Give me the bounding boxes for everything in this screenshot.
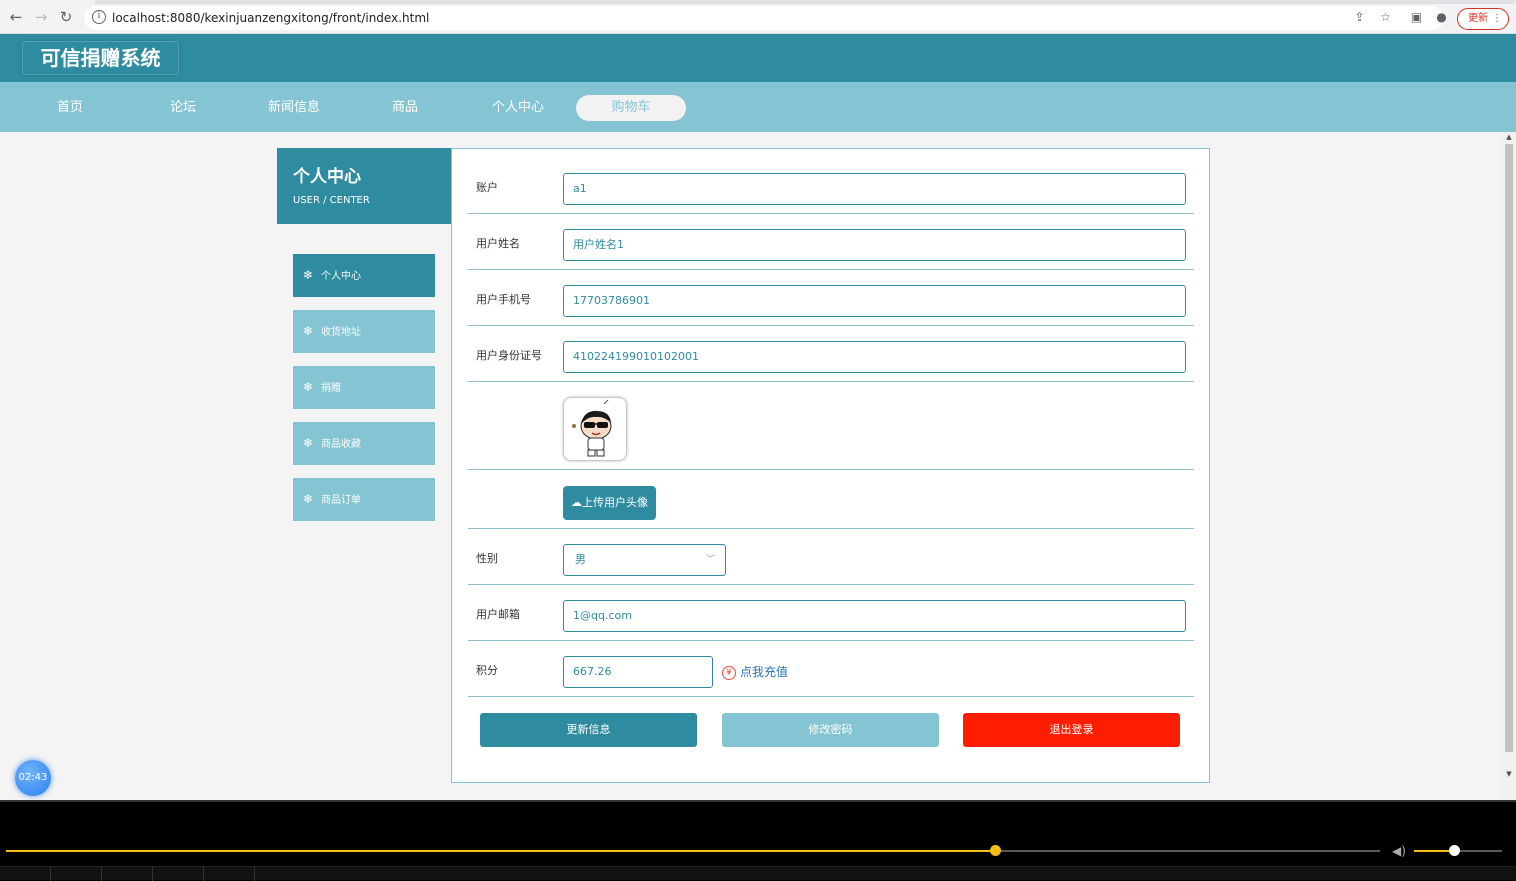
gender-select[interactable]: 男 ﹀ <box>563 544 726 576</box>
id-number-label: 用户身份证号 <box>476 349 542 362</box>
snowflake-icon: ❄ <box>303 380 314 394</box>
snowflake-icon: ❄ <box>303 268 314 282</box>
sidebar-item-label: 个人中心 <box>321 271 361 282</box>
divider <box>468 640 1194 641</box>
cartoon-avatar-icon <box>572 399 612 457</box>
menu-dots-icon[interactable]: ⋮ <box>1492 9 1502 29</box>
divider <box>468 469 1194 470</box>
back-icon[interactable]: ← <box>8 9 24 25</box>
sidebar-item-label: 商品订单 <box>321 495 361 506</box>
tab-strip <box>95 0 1515 4</box>
address-bar[interactable]: i localhost:8080/kexinjuanzengxitong/fro… <box>84 6 1444 30</box>
divider <box>203 867 204 881</box>
change-password-button[interactable]: 修改密码 <box>722 713 939 747</box>
phone-field[interactable]: 17703786901 <box>563 285 1186 317</box>
volume-fill <box>1414 850 1454 852</box>
points-label: 积分 <box>476 664 498 677</box>
snowflake-icon: ❄ <box>303 492 314 506</box>
sidebar-item-label: 捐赠 <box>321 383 341 394</box>
progress-bar[interactable] <box>6 845 1380 856</box>
sidebar-item-orders[interactable]: ❄ 商品订单 <box>293 478 435 521</box>
main-nav: 首页 论坛 新闻信息 商品 个人中心 购物车 <box>0 82 1516 132</box>
divider <box>468 528 1194 529</box>
site-header: 可信捐赠系统 <box>0 34 1516 82</box>
nav-products[interactable]: 商品 <box>350 95 460 121</box>
sidebar-item-donate[interactable]: ❄ 捐赠 <box>293 366 435 409</box>
scrollbar-thumb[interactable] <box>1505 144 1513 752</box>
divider <box>152 867 153 881</box>
account-label: 账户 <box>476 181 498 194</box>
divider <box>468 584 1194 585</box>
divider <box>101 867 102 881</box>
sidebar-item-label: 商品收藏 <box>321 439 361 450</box>
account-field[interactable]: a1 <box>563 173 1186 205</box>
site-info-icon[interactable]: i <box>92 10 106 24</box>
divider <box>50 867 51 881</box>
upload-avatar-label: 上传用户头像 <box>582 496 648 509</box>
divider <box>468 269 1194 270</box>
nav-news[interactable]: 新闻信息 <box>239 95 349 121</box>
nav-cart[interactable]: 购物车 <box>576 95 686 121</box>
sidebar-item-user-center[interactable]: ❄ 个人中心 <box>293 254 435 297</box>
phone-label: 用户手机号 <box>476 293 531 306</box>
divider <box>468 213 1194 214</box>
snowflake-icon: ❄ <box>303 324 314 338</box>
recording-timer[interactable]: 02:43 <box>15 760 51 796</box>
user-avatar <box>563 397 627 461</box>
points-field[interactable]: 667.26 <box>563 656 713 688</box>
name-field[interactable]: 用户姓名1 <box>563 229 1186 261</box>
page-viewport: 可信捐赠系统 首页 论坛 新闻信息 商品 个人中心 购物车 ▲ ▼ 个人中心 U… <box>0 34 1516 802</box>
update-label: 更新 <box>1468 13 1488 24</box>
sidebar-header: 个人中心 USER / CENTER <box>277 148 451 224</box>
volume-slider[interactable] <box>1414 845 1502 856</box>
divider <box>468 381 1194 382</box>
cloud-upload-icon: ☁ <box>571 496 582 509</box>
update-button[interactable]: 更新 ⋮ <box>1457 8 1509 30</box>
scroll-down-icon[interactable]: ▼ <box>1505 770 1513 778</box>
reload-icon[interactable]: ↻ <box>58 9 74 25</box>
nav-user-center[interactable]: 个人中心 <box>463 95 573 121</box>
browser-toolbar: ← → ↻ i localhost:8080/kexinjuanzengxito… <box>0 0 1516 34</box>
bookmark-star-icon[interactable]: ☆ <box>1379 11 1392 24</box>
gender-label: 性别 <box>476 552 498 565</box>
logout-button[interactable]: 退出登录 <box>963 713 1180 747</box>
chevron-down-icon: ﹀ <box>705 555 715 565</box>
yen-icon: ¥ <box>722 666 736 680</box>
email-label: 用户邮箱 <box>476 608 520 621</box>
nav-forum[interactable]: 论坛 <box>128 95 238 121</box>
update-info-button[interactable]: 更新信息 <box>480 713 697 747</box>
sidebar-item-favorites[interactable]: ❄ 商品收藏 <box>293 422 435 465</box>
sidebar-item-address[interactable]: ❄ 收货地址 <box>293 310 435 353</box>
recharge-link[interactable]: ¥ 点我充值 <box>722 663 788 680</box>
sidebar-subtitle: USER / CENTER <box>293 195 370 206</box>
scroll-up-icon[interactable]: ▲ <box>1505 133 1513 141</box>
snowflake-icon: ❄ <box>303 436 314 450</box>
volume-handle[interactable] <box>1448 845 1460 856</box>
divider <box>468 325 1194 326</box>
email-field[interactable]: 1@qq.com <box>563 600 1186 632</box>
recharge-label: 点我充值 <box>740 665 789 679</box>
id-number-field[interactable]: 410224199010102001 <box>563 341 1186 373</box>
sidebar-title: 个人中心 <box>293 167 361 187</box>
name-label: 用户姓名 <box>476 237 520 250</box>
divider <box>468 696 1194 697</box>
progress-handle[interactable] <box>990 845 1002 856</box>
profile-form: 账户 a1 用户姓名 用户姓名1 用户手机号 17703786901 用户身份证… <box>451 148 1210 783</box>
site-logo[interactable]: 可信捐赠系统 <box>22 41 179 75</box>
video-player-bar: ◀) <box>0 802 1516 881</box>
player-bottom-strip <box>0 866 1516 881</box>
divider <box>254 867 255 881</box>
page-scrollbar[interactable]: ▲ ▼ <box>1502 132 1516 802</box>
url-text: localhost:8080/kexinjuanzengxitong/front… <box>112 11 430 25</box>
nav-home[interactable]: 首页 <box>15 95 125 121</box>
share-icon[interactable]: ⇪ <box>1353 11 1366 24</box>
volume-icon[interactable]: ◀) <box>1392 844 1406 858</box>
upload-avatar-button[interactable]: ☁上传用户头像 <box>563 486 656 520</box>
sidebar-item-label: 收货地址 <box>321 327 361 338</box>
forward-icon[interactable]: → <box>33 9 49 25</box>
side-panel-icon[interactable]: ▣ <box>1410 11 1423 24</box>
profile-icon[interactable]: ● <box>1435 11 1448 24</box>
progress-fill <box>6 850 996 852</box>
gender-value: 男 <box>575 553 586 566</box>
